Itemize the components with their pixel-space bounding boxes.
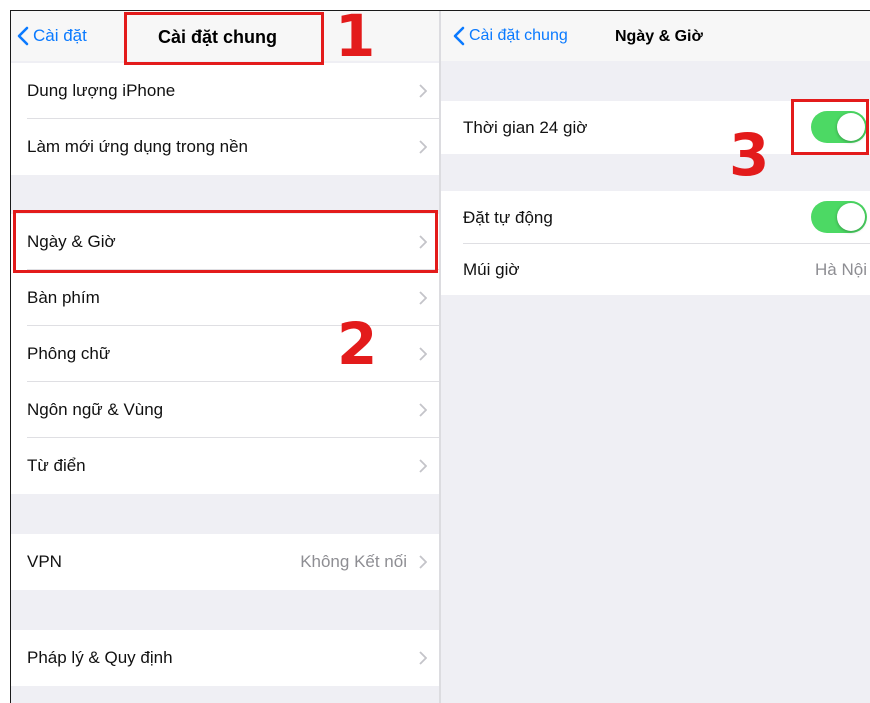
chevron-right-icon — [419, 347, 427, 361]
row-label: Ngôn ngữ & Vùng — [27, 400, 164, 419]
back-button-settings[interactable]: Cài đặt — [17, 24, 87, 48]
row-label: Pháp lý & Quy định — [27, 648, 173, 667]
row-label: Múi giờ — [463, 259, 520, 279]
list-item-language-region[interactable]: Ngôn ngữ & Vùng — [11, 382, 439, 438]
chevron-right-icon — [419, 403, 427, 417]
row-label: Dung lượng iPhone — [27, 81, 176, 100]
list-item-dictionary[interactable]: Từ điển — [11, 438, 439, 494]
chevron-right-icon — [419, 291, 427, 305]
row-label: VPN — [27, 552, 62, 571]
row-label: Đặt tự động — [463, 207, 553, 227]
annotation-number-step3: 3 — [729, 121, 770, 189]
row-label: Bàn phím — [27, 288, 100, 307]
screenshot-frame: Cài đặt Cài đặt chung Dung lượng iPhone … — [10, 10, 870, 703]
row-label: Từ điển — [27, 456, 86, 475]
vpn-status: Không Kết nối — [300, 552, 407, 571]
right-navbar: Cài đặt chung Ngày & Giờ — [441, 11, 870, 61]
time-zone-value: Hà Nội — [815, 259, 867, 279]
row-label: Thời gian 24 giờ — [463, 117, 588, 137]
list-item-vpn[interactable]: VPN Không Kết nối — [11, 534, 439, 590]
chevron-left-icon — [17, 26, 29, 46]
back-label: Cài đặt — [33, 26, 87, 45]
toggle-set-automatically[interactable] — [811, 201, 867, 233]
chevron-right-icon — [419, 140, 427, 154]
row-label: Làm mới ứng dụng trong nền — [27, 137, 248, 156]
back-label: Cài đặt chung — [469, 27, 568, 44]
chevron-right-icon — [419, 555, 427, 569]
list-item-legal[interactable]: Pháp lý & Quy định — [11, 630, 439, 686]
chevron-left-icon — [453, 26, 465, 46]
list-item-set-automatically: Đặt tự động — [441, 191, 870, 244]
toggle-knob — [837, 203, 865, 231]
chevron-right-icon — [419, 651, 427, 665]
page-title: Ngày & Giờ — [615, 28, 703, 45]
list-item-time-zone[interactable]: Múi giờ Hà Nội — [441, 244, 870, 295]
annotation-box-step2 — [13, 210, 438, 273]
annotation-box-step3 — [791, 99, 869, 155]
annotation-number-step1: 1 — [335, 10, 376, 70]
annotation-number-step2: 2 — [337, 310, 378, 378]
chevron-right-icon — [419, 84, 427, 98]
list-item-storage[interactable]: Dung lượng iPhone — [11, 63, 439, 119]
chevron-right-icon — [419, 459, 427, 473]
back-button-general[interactable]: Cài đặt chung — [453, 24, 568, 48]
annotation-box-step1 — [124, 12, 324, 65]
row-label: Phông chữ — [27, 344, 111, 363]
list-item-background-refresh[interactable]: Làm mới ứng dụng trong nền — [11, 119, 439, 175]
